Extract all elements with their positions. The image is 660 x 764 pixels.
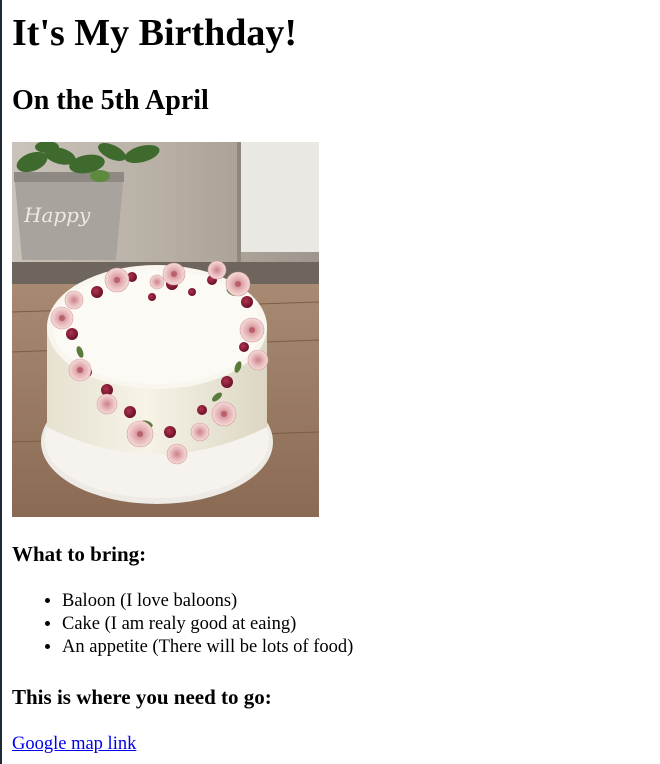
list-item: An appetite (There will be lots of food) xyxy=(62,636,353,659)
bring-list: Baloon (I love baloons) Cake (I am realy… xyxy=(12,590,353,659)
list-item: Cake (I am realy good at eaing) xyxy=(62,613,353,636)
cake-image: Happy xyxy=(12,142,319,517)
pot-lettering: Happy xyxy=(23,203,91,227)
location-heading: This is where you need to go: xyxy=(12,685,272,709)
list-item: Baloon (I love baloons) xyxy=(62,590,353,613)
google-map-link[interactable]: Google map link xyxy=(12,733,136,756)
what-to-bring-heading: What to bring: xyxy=(12,542,147,566)
page-title: It's My Birthday! xyxy=(12,12,297,54)
date-heading: On the 5th April xyxy=(12,85,209,116)
window-left-border xyxy=(0,0,2,764)
